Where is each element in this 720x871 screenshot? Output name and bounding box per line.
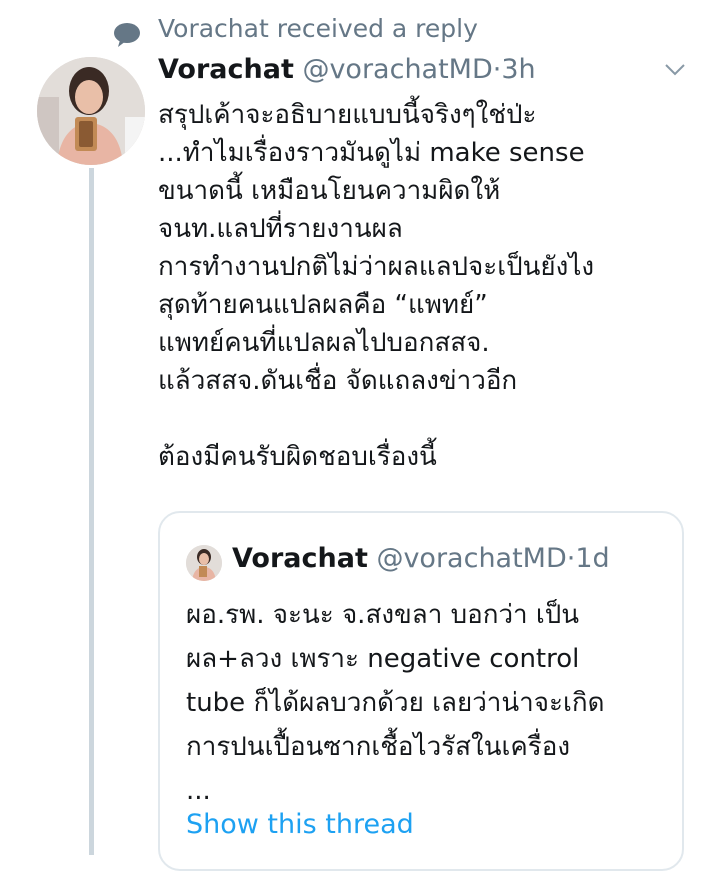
tweet-line: สรุปเค้าจะอธิบายแบบนี้จริงๆใช่ป่ะ [158,100,537,130]
tweet-line: จนท.แลปที่รายงานผล [158,214,403,244]
show-thread-link[interactable]: Show this thread [186,809,414,840]
user-avatar[interactable] [37,57,145,165]
quoted-tweet-timestamp: 1d [575,543,610,574]
quoted-line: การปนเปื้อนซากเชื้อไวรัสในเครื่อง [186,732,571,762]
tweet-header: Vorachat @vorachatMD·3h [158,54,536,85]
quoted-author-handle: @vorachatMD [376,543,567,574]
quoted-author-avatar [186,545,222,581]
author-name[interactable]: Vorachat [158,54,294,85]
tweet-line: ต้องมีคนรับผิดชอบเรื่องนี้ [158,442,437,472]
tweet-text: สรุปเค้าจะอธิบายแบบนี้จริงๆใช่ป่ะ ...ทำไ… [158,96,698,476]
tweet-line: การทำงานปกติไม่ว่าผลแลปจะเป็นยังไง [158,252,595,282]
tweet-line: สุดท้ายคนแปลผลคือ “แพทย์” [158,290,488,320]
tweet-line: แล้วสสจ.ดันเชื่อ จัดแถลงข่าวอีก [158,366,518,396]
reply-context-text: Vorachat received a reply [158,14,478,43]
quoted-author-name: Vorachat [232,543,368,574]
quoted-tweet-card[interactable]: Vorachat @vorachatMD·1d ผอ.รพ. จะนะ จ.สง… [158,511,684,871]
quoted-line: ... [186,776,211,806]
tweet-line: แพทย์คนที่แปลผลไปบอกสสจ. [158,328,490,358]
tweet-timestamp[interactable]: 3h [501,54,535,85]
quoted-tweet-text: ผอ.รพ. จะนะ จ.สงขลา บอกว่า เป็น ผล+ลวง เ… [186,593,666,813]
quoted-line: tube ก็ได้ผลบวกด้วย เลยว่าน่าจะเกิด [186,688,605,718]
speech-bubble-icon [112,22,142,54]
author-handle[interactable]: @vorachatMD [302,54,492,85]
tweet-line: ขนาดนี้ เหมือนโยนความผิดให้ [158,176,501,206]
quoted-line: ผล+ลวง เพราะ negative control [186,644,580,674]
thread-connector-line [89,168,94,855]
tweet-line: ...ทำไมเรื่องราวมันดูไม่ make sense [158,138,585,168]
quoted-line: ผอ.รพ. จะนะ จ.สงขลา บอกว่า เป็น [186,600,580,630]
quoted-tweet-header: Vorachat @vorachatMD·1d [232,543,610,574]
chevron-down-icon[interactable] [664,62,686,81]
